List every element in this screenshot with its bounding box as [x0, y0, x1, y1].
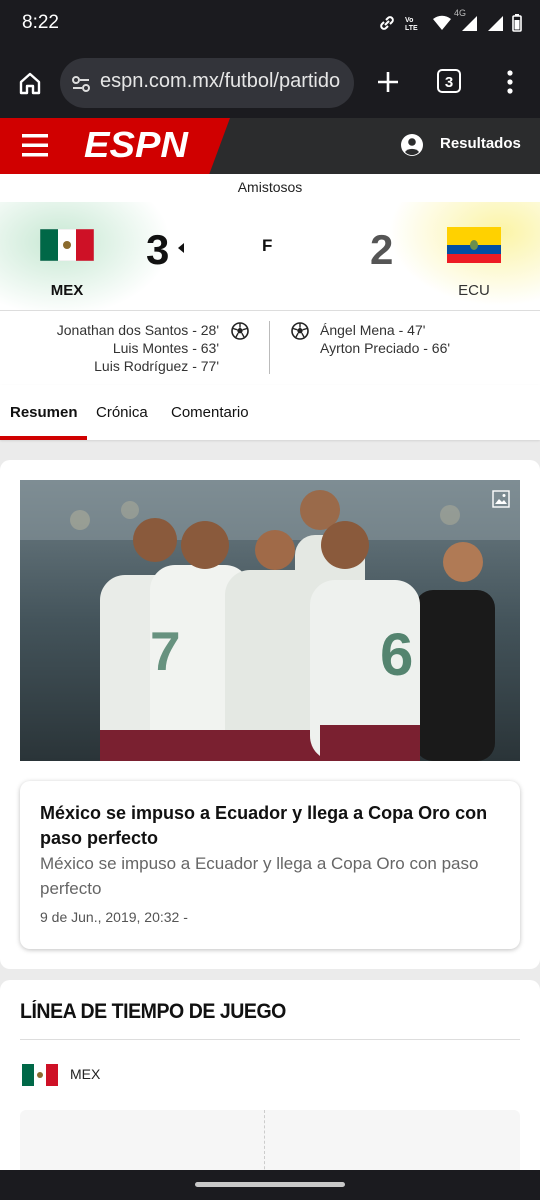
- tab-resumen[interactable]: Resumen: [10, 404, 78, 421]
- battery-icon: [512, 13, 522, 33]
- image-icon[interactable]: [492, 490, 510, 508]
- scorer-line: Luis Rodríguez - 77': [94, 358, 219, 374]
- mexico-flag-icon: [22, 1064, 58, 1086]
- home-team-abbr[interactable]: MEX: [42, 282, 92, 299]
- home-scorers: Jonathan dos Santos - 28' Luis Montes - …: [57, 321, 219, 375]
- clock: 8:22: [22, 12, 59, 33]
- link-icon: [378, 13, 396, 33]
- soccer-ball-icon: [231, 322, 249, 340]
- timeline-team-label: MEX: [70, 1066, 101, 1082]
- timeline-title: LÍNEA DE TIEMPO DE JUEGO: [20, 1000, 286, 1023]
- tab-cronica[interactable]: Crónica: [96, 404, 148, 421]
- more-menu-icon[interactable]: [500, 68, 520, 98]
- scorers-divider: [269, 321, 270, 374]
- espn-logo[interactable]: ESPN: [82, 124, 190, 165]
- article-date: 9 de Jun., 2019, 20:32 -: [40, 909, 188, 925]
- scorer-line: Jonathan dos Santos - 28': [56, 322, 219, 338]
- scorer-line: Ayrton Preciado - 66': [320, 340, 451, 356]
- news-card[interactable]: México se impuso a Ecuador y llega a Cop…: [20, 781, 520, 949]
- svg-text:ESPN: ESPN: [84, 126, 189, 164]
- ecuador-flag-icon[interactable]: [447, 227, 501, 263]
- tab-switcher-button[interactable]: 3: [437, 69, 461, 93]
- status-icons: Vo LTE 4G: [378, 8, 522, 33]
- mexico-flag-icon[interactable]: [39, 228, 95, 262]
- timeline-card: LÍNEA DE TIEMPO DE JUEGO MEX: [0, 980, 540, 1200]
- hamburger-menu-icon[interactable]: [22, 133, 48, 157]
- address-bar[interactable]: espn.com.mx/futbol/partido: [60, 58, 354, 108]
- home-score: 3: [146, 226, 170, 273]
- away-score: 2: [370, 226, 394, 273]
- browser-toolbar: espn.com.mx/futbol/partido 3: [0, 48, 540, 118]
- svg-text:7: 7: [150, 620, 181, 682]
- active-tab-indicator: [0, 436, 87, 440]
- match-tabs: Resumen Crónica Comentario: [0, 385, 540, 440]
- signal-icon: [486, 13, 504, 33]
- scoreboard: MEX 3 F 2 ECU: [0, 202, 540, 310]
- user-account-icon[interactable]: [400, 133, 424, 157]
- timeline-divider: [20, 1039, 520, 1040]
- goal-scorers: Jonathan dos Santos - 28' Luis Montes - …: [0, 310, 540, 387]
- svg-text:LTE: LTE: [405, 25, 418, 32]
- svg-text:Vo: Vo: [405, 17, 413, 24]
- article-photo[interactable]: 6 7: [20, 480, 520, 761]
- away-scorers: Ángel Mena - 47' Ayrton Preciado - 66': [320, 321, 450, 357]
- lte-label: 4G: [454, 8, 467, 18]
- espn-header: ESPN Resultados: [0, 118, 540, 174]
- scorer-line: Ángel Mena - 47': [320, 322, 426, 338]
- site-settings-icon[interactable]: [70, 73, 92, 95]
- article-card: 6 7 México se impuso a Ecuador y llega a…: [0, 460, 540, 969]
- match-status: F: [262, 236, 273, 255]
- status-bar: 8:22 Vo LTE 4G: [0, 0, 540, 48]
- volte-icon: Vo LTE: [404, 13, 424, 33]
- results-link[interactable]: Resultados: [440, 135, 521, 152]
- home-icon[interactable]: [16, 69, 44, 97]
- article-summary: México se impuso a Ecuador y llega a Cop…: [40, 854, 479, 898]
- soccer-ball-icon: [291, 322, 309, 340]
- url-text[interactable]: espn.com.mx/futbol/partido: [100, 70, 348, 96]
- scorer-line: Luis Montes - 63': [112, 340, 219, 356]
- winner-arrow-icon: [178, 243, 184, 253]
- system-nav-bar: [0, 1170, 540, 1200]
- tab-comentario[interactable]: Comentario: [171, 404, 249, 421]
- signal-4g-icon: 4G: [454, 8, 478, 33]
- article-title[interactable]: México se impuso a Ecuador y llega a Cop…: [40, 801, 490, 851]
- svg-text:6: 6: [380, 621, 413, 688]
- wifi-icon: [432, 13, 452, 33]
- away-team-abbr[interactable]: ECU: [449, 282, 499, 299]
- competition-label: Amistosos: [0, 174, 540, 203]
- new-tab-icon[interactable]: [374, 68, 402, 96]
- gesture-handle[interactable]: [195, 1182, 345, 1187]
